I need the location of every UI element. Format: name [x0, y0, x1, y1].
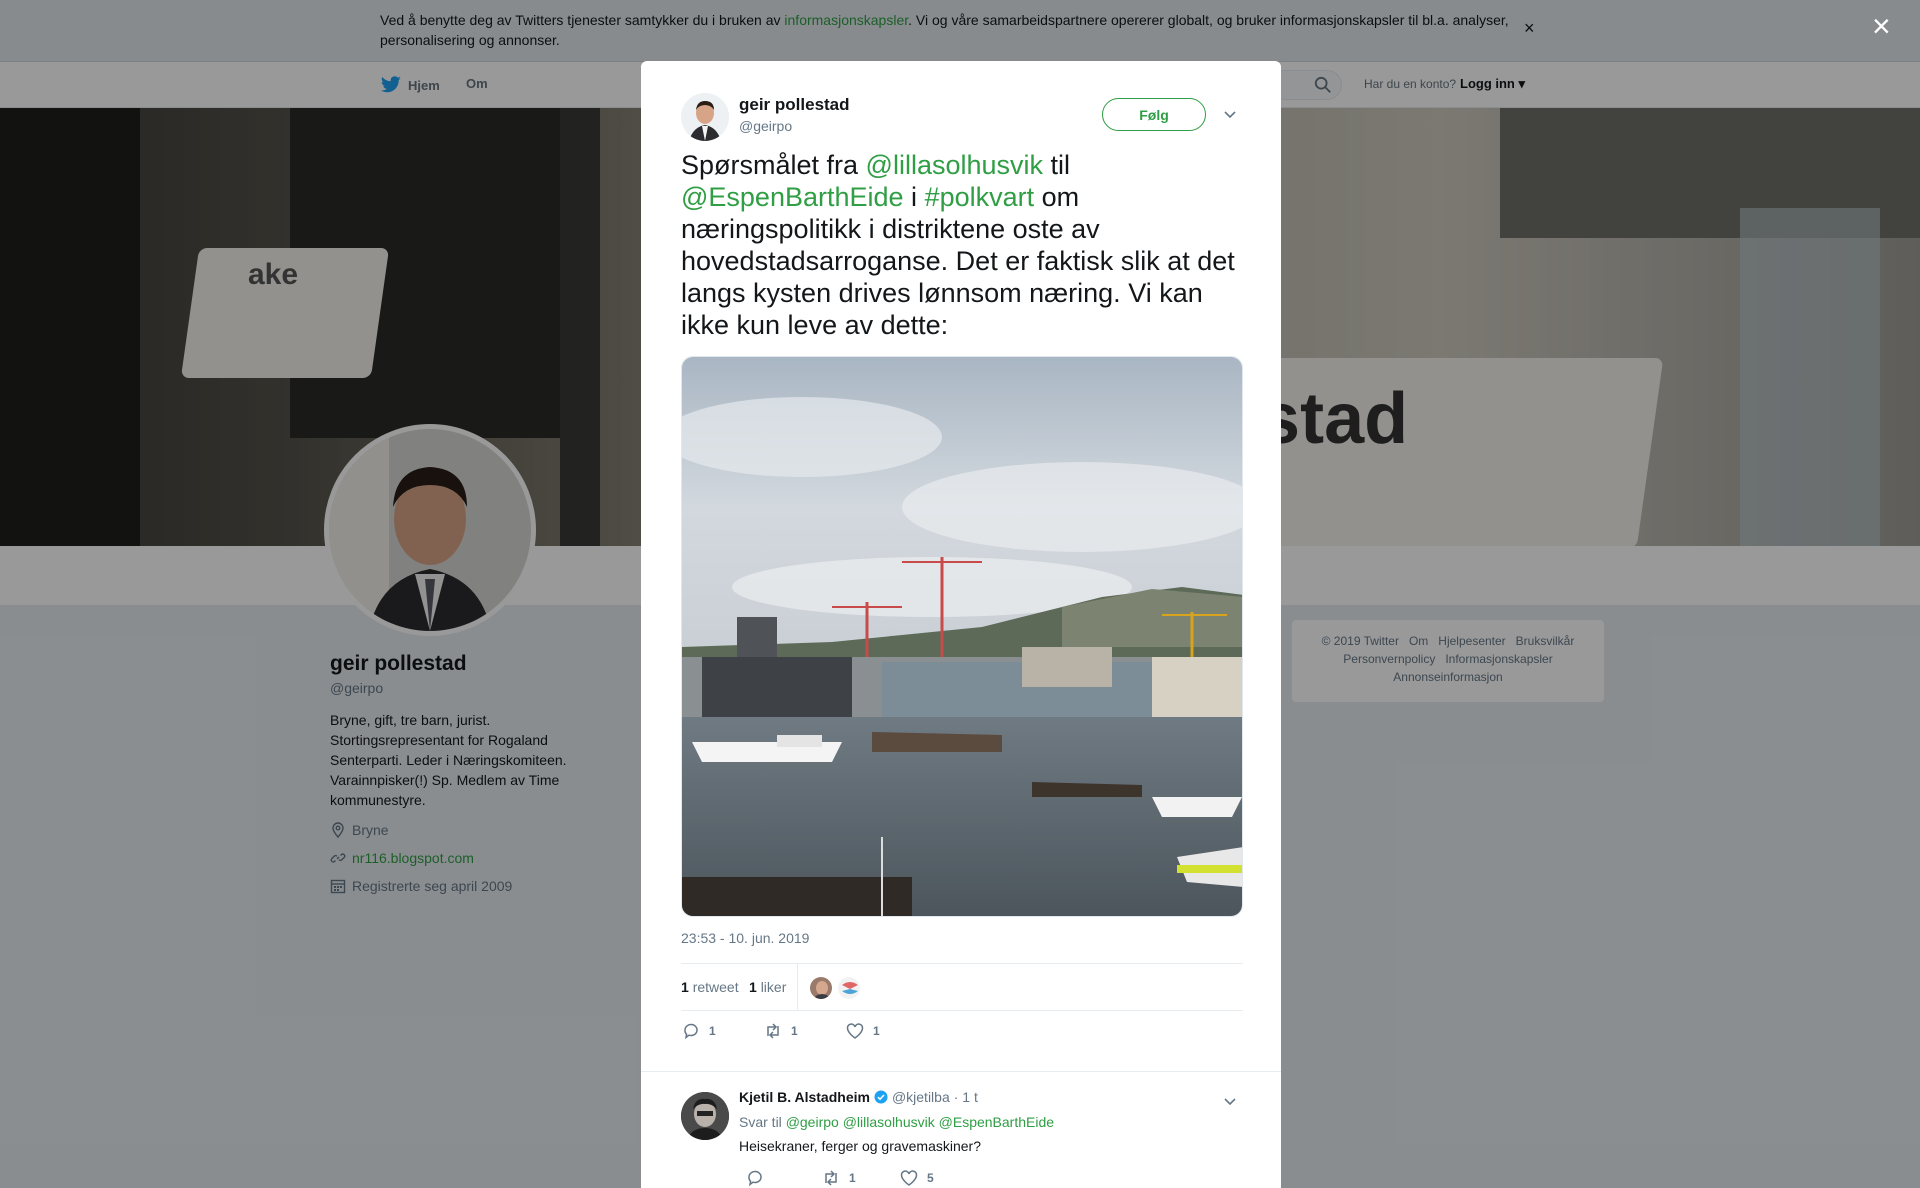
close-icon[interactable]: × [1872, 10, 1891, 42]
follow-button[interactable]: Følg [1102, 98, 1206, 131]
tweet-text: Spørsmålet fra @lillasolhusvik til @Espe… [681, 150, 1235, 340]
reply-header: Kjetil B. Alstadheim @kjetilba · 1 t [739, 1089, 978, 1105]
verified-icon [874, 1090, 888, 1104]
reply-button[interactable]: 1 [681, 1021, 716, 1041]
caret-down-icon[interactable] [1221, 1092, 1239, 1110]
mention-link[interactable]: @lillasolhusvik [866, 150, 1043, 180]
reply-author-handle[interactable]: @kjetilba [892, 1089, 950, 1105]
reply-reply-button[interactable] [745, 1168, 765, 1188]
reply-author-avatar[interactable] [681, 1092, 729, 1140]
reply-tweet[interactable]: Kjetil B. Alstadheim @kjetilba · 1 t Sva… [641, 1071, 1281, 1188]
retweet-icon [767, 1023, 779, 1039]
reply-author-name[interactable]: Kjetil B. Alstadheim [739, 1089, 870, 1105]
reply-context: Svar til @geirpo @lillasolhusvik @EspenB… [739, 1114, 1055, 1130]
reply-like-button[interactable]: 5 [899, 1168, 934, 1188]
heart-icon [900, 1170, 918, 1186]
tweet-timestamp[interactable]: 23:53 - 10. jun. 2019 [681, 930, 809, 946]
caret-down-icon[interactable] [1221, 105, 1239, 123]
like-stat[interactable]: 1 liker [749, 979, 786, 995]
heart-icon [846, 1023, 864, 1039]
retweeter-avatar[interactable] [837, 976, 861, 1000]
reply-time[interactable]: · 1 t [954, 1089, 978, 1105]
mention-link[interactable]: @geirpo [786, 1114, 839, 1130]
author-name[interactable]: geir pollestad [739, 95, 850, 115]
tweet-photo[interactable] [681, 356, 1243, 917]
author-handle[interactable]: @geirpo [739, 118, 792, 134]
liker-avatar[interactable] [809, 976, 833, 1000]
reply-retweet-button[interactable]: 1 [821, 1168, 856, 1188]
reply-actions: 1 5 [739, 1168, 1219, 1188]
stat-divider [797, 964, 798, 1011]
author-avatar[interactable] [681, 93, 729, 141]
reply-icon [684, 1023, 698, 1040]
reply-text: Heisekraner, ferger og gravemaskiner? [739, 1138, 982, 1154]
tweet-modal: geir pollestad @geirpo Følg Spørsmålet f… [641, 61, 1281, 1188]
tweet-stats: 1 retweet 1 liker [681, 963, 1243, 1011]
like-button[interactable]: 1 [845, 1021, 880, 1041]
mention-link[interactable]: @EspenBarthEide [939, 1114, 1054, 1130]
reply-icon [748, 1170, 762, 1187]
mention-link[interactable]: @lillasolhusvik [843, 1114, 935, 1130]
retweet-stat[interactable]: 1 retweet [681, 979, 739, 995]
mention-link[interactable]: @EspenBarthEide [681, 182, 904, 212]
retweet-icon [825, 1170, 837, 1186]
tweet-actions: 1 1 1 [681, 1021, 1243, 1051]
retweet-button[interactable]: 1 [763, 1021, 798, 1041]
hashtag-link[interactable]: #polkvart [925, 182, 1035, 212]
